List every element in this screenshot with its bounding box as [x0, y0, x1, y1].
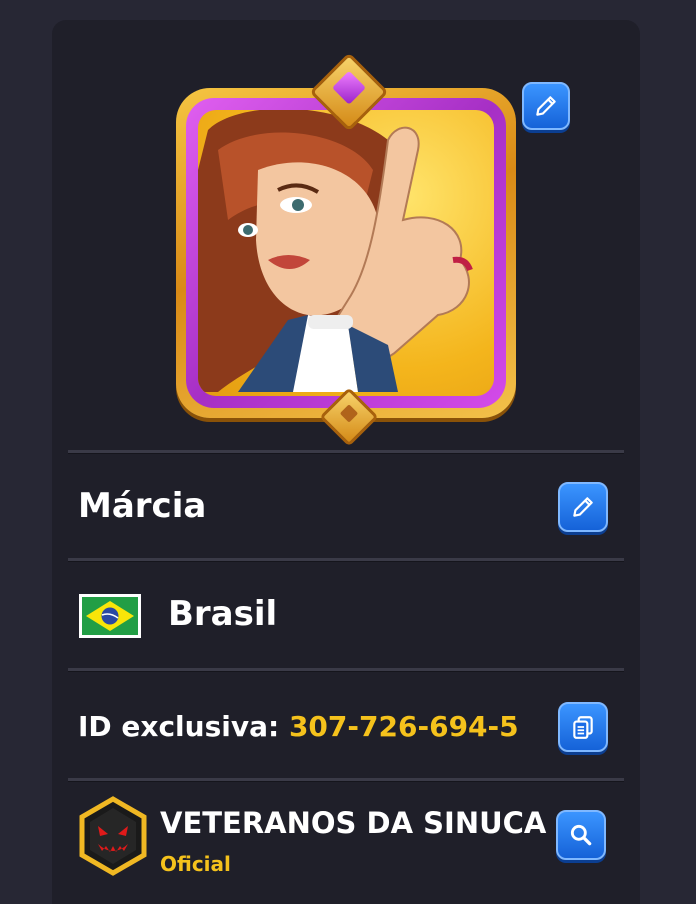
- pencil-icon: [536, 96, 556, 116]
- unique-id-label: ID exclusiva:: [78, 710, 280, 743]
- club-status: Oficial: [160, 852, 231, 876]
- unique-id-value: 307-726-694-5: [288, 710, 519, 743]
- brazil-flag-icon: [79, 594, 141, 638]
- avatar-portrait: [198, 110, 494, 396]
- unique-id: ID exclusiva: 307-726-694-5: [78, 710, 519, 743]
- avatar[interactable]: [176, 46, 570, 447]
- edit-avatar-button[interactable]: [522, 82, 570, 130]
- copy-icon: [573, 716, 593, 739]
- player-country: Brasil: [168, 594, 278, 634]
- avatar-frame: [176, 88, 516, 418]
- divider: [68, 450, 624, 454]
- club-badge-icon: [78, 796, 148, 876]
- edit-name-button[interactable]: [558, 482, 608, 532]
- character-portrait-image: [198, 110, 473, 392]
- divider: [68, 558, 624, 562]
- profile-panel: Márcia Brasil ID exclusiva: 307-726-694-…: [52, 20, 640, 904]
- club-name[interactable]: VETERANOS DA SINUCA: [160, 806, 546, 840]
- divider: [68, 668, 624, 672]
- copy-id-button[interactable]: [558, 702, 608, 752]
- club-search-button[interactable]: [556, 810, 606, 860]
- search-icon: [570, 824, 592, 846]
- divider: [68, 778, 624, 782]
- player-name: Márcia: [78, 486, 207, 526]
- pencil-icon: [573, 497, 593, 517]
